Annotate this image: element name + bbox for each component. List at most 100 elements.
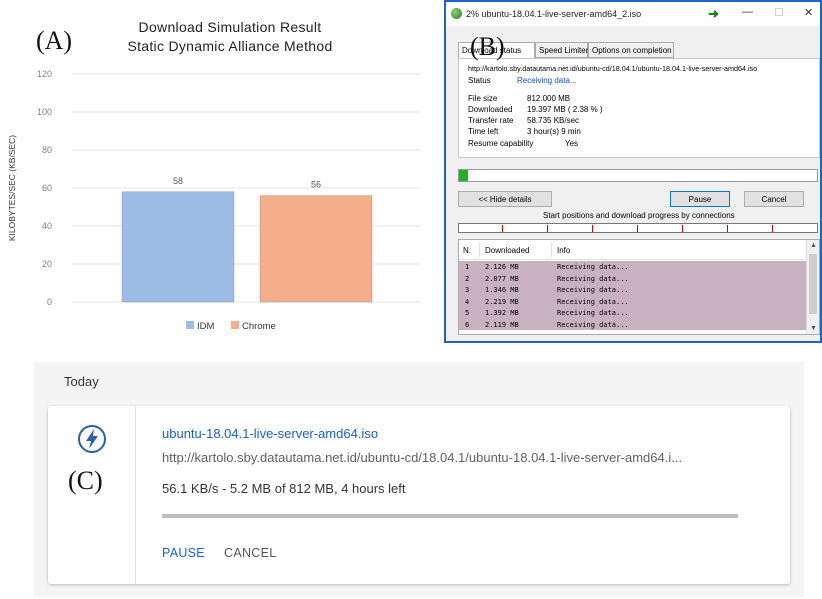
column-header-info[interactable]: Info [557,246,570,255]
y-tick-label: 60 [42,183,52,193]
time-left-value: 3 hour(s) 9 min [527,127,581,136]
connection-marker [637,225,638,232]
bar [121,191,235,303]
chart-panel: 0 20 40 60 80 100 120 Download Simulation Resul… [0,0,440,345]
scroll-thumb[interactable] [809,254,817,314]
transfer-rate-label: Transfer rate [468,116,514,125]
connection-marker [592,225,593,232]
download-progress-bar [458,169,818,182]
download-source-url[interactable]: http://kartolo.sby.datautama.net.id/ubun… [162,450,682,465]
download-progress-fill [162,514,738,518]
chrome-downloads-page: Today ubuntu-18.04.1-live-server-amd64.i… [34,362,804,597]
date-section-header: Today [64,374,99,389]
table-row[interactable]: 3 1.346 MB Receiving data... [459,284,807,296]
scroll-up-icon[interactable]: ▲ [810,242,817,249]
row-number: 2 [465,274,470,283]
legend-entry: IDM [197,321,215,332]
downloaded-label: Downloaded [468,105,513,114]
pause-download-button[interactable]: PAUSE [162,546,205,560]
status-value: Receiving data... [517,76,577,85]
column-header-downloaded[interactable]: Downloaded [485,246,529,255]
cancel-download-button[interactable]: CANCEL [224,546,277,560]
panel-label-b: (B) [470,32,505,61]
download-progress-track [162,514,738,518]
table-scrollbar[interactable]: ▲ ▼ [806,240,819,334]
chart-title: Static Dynamic Alliance Method [127,38,332,54]
row-downloaded: 2.077 MB [485,274,519,283]
table-header: N. Downloaded Info [459,240,807,260]
idm-app-icon [451,8,462,19]
status-label: Status [468,76,491,85]
close-button[interactable]: ✕ [804,6,813,19]
row-info: Receiving data... [557,274,629,283]
row-info: Receiving data... [557,297,629,306]
row-number: 3 [465,286,470,294]
row-downloaded: 1.392 MB [485,309,519,317]
column-header-number[interactable]: N. [463,246,471,255]
table-row[interactable]: 6 2.119 MB Receiving data... [459,318,807,330]
connection-marker [502,225,503,232]
download-url: http://kartolo.sby.datautama.net.id/ubun… [468,64,758,73]
scroll-down-icon[interactable]: ▼ [810,325,817,332]
time-left-label: Time left [468,127,499,136]
row-number: 5 [465,309,470,317]
minimize-button[interactable]: — [742,6,753,18]
data-label: 58 [173,176,183,186]
row-number: 4 [465,297,470,306]
hide-details-button[interactable]: << Hide details [458,191,552,207]
y-tick-label: 80 [42,145,52,155]
transfer-rate-value: 58.735 KB/sec [527,116,580,125]
downloaded-value: 19.397 MB ( 2.38 % ) [527,105,603,114]
bar [259,195,373,303]
y-tick-label: 120 [37,69,52,79]
y-tick-label: 40 [42,221,52,231]
connection-marker [547,225,548,232]
maximize-button[interactable]: ☐ [774,6,784,19]
y-tick-label: 0 [47,297,52,307]
idm-download-window: 2% ubuntu-18.04.1-live-server-amd64_2.is… [444,0,822,343]
chart-title: Download Simulation Result [139,19,322,35]
row-info: Receiving data... [557,309,629,317]
data-label: 56 [311,180,321,190]
cancel-button[interactable]: Cancel [744,191,804,207]
connection-rows: 1 2.126 MB Receiving data... 2 2.077 MB Recei… [459,261,807,330]
row-downloaded: 2.119 MB [485,320,519,329]
table-row[interactable]: 5 1.392 MB Receiving data... [459,307,807,319]
table-row[interactable]: 2 2.077 MB Receiving data... [459,272,807,284]
y-tick-label: 100 [37,107,52,117]
resume-capability-value: Yes [565,139,579,148]
legend-entry: Chrome [242,321,276,332]
y-tick-label: 20 [42,259,52,269]
row-downloaded: 2.219 MB [485,297,519,306]
connections-caption: Start positions and download progress by… [543,211,735,220]
legend-swatch [186,321,194,329]
download-info-box: http://kartolo.sby.datautama.net.id/ubun… [458,58,820,158]
connections-table: N. Downloaded Info 1 2.126 MB Receiving da… [458,239,820,335]
download-card: ubuntu-18.04.1-live-server-amd64.iso htt… [48,406,790,584]
download-progress-fill [459,170,468,181]
window-title: 2% ubuntu-18.04.1-live-server-amd64_2.is… [466,9,642,19]
tab-speed-limiter[interactable]: Speed Limiter [535,42,588,58]
connections-progress-strip [458,223,818,233]
column-separator [479,243,480,257]
connection-marker [682,225,683,232]
tab-options-on-completion[interactable]: Options on completion [588,42,674,58]
y-axis-label: KILOBYTES/SEC (KB/SEC) [7,135,17,241]
row-info: Receiving data... [557,286,629,294]
row-downloaded: 1.346 MB [485,286,519,294]
panel-label-c: (C) [68,466,103,495]
legend-swatch [231,321,239,329]
window-titlebar: 2% ubuntu-18.04.1-live-server-amd64_2.is… [446,2,820,26]
column-separator [551,243,552,257]
connection-marker [727,225,728,232]
download-status-text: 56.1 KB/s - 5.2 MB of 812 MB, 4 hours le… [162,481,406,496]
row-info: Receiving data... [557,320,629,329]
table-row[interactable]: 1 2.126 MB Receiving data... [459,261,807,273]
table-row[interactable]: 4 2.219 MB Receiving data... [459,295,807,307]
row-info: Receiving data... [557,263,629,271]
file-size-label: File size [468,94,498,103]
idm-file-icon [78,425,106,453]
connection-marker [772,225,773,232]
pause-button[interactable]: Pause [670,191,730,207]
download-filename-link[interactable]: ubuntu-18.04.1-live-server-amd64.iso [162,426,378,441]
